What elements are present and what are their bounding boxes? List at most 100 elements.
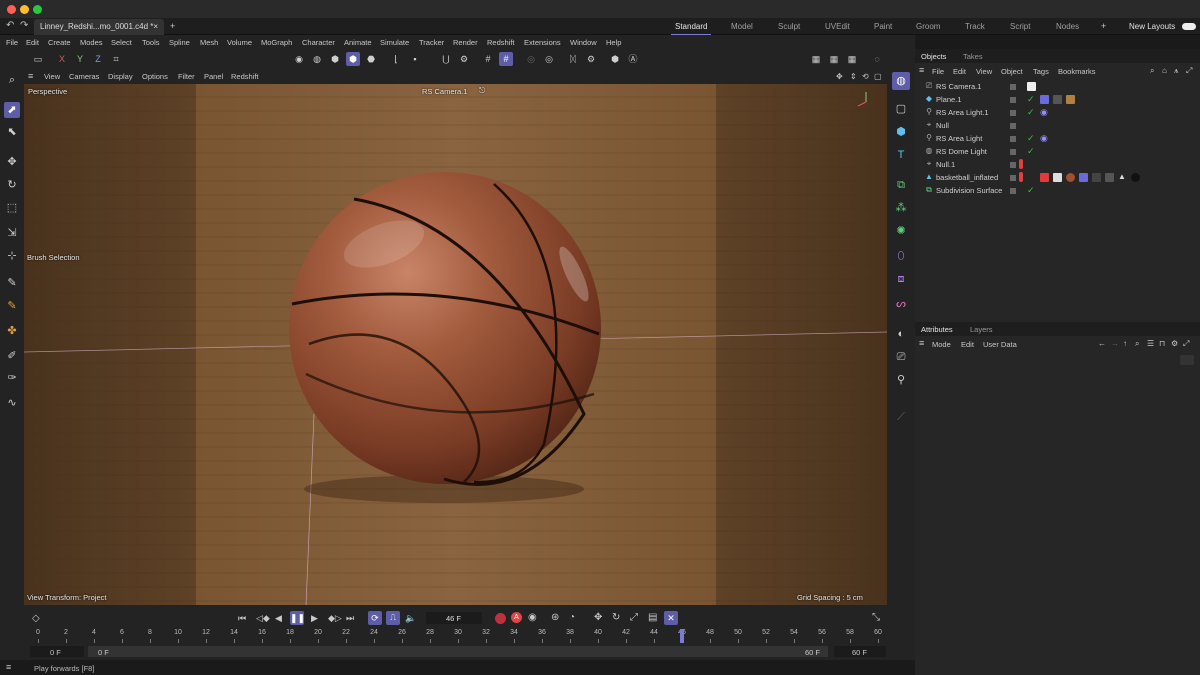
end-frame-field[interactable]: 60 F bbox=[834, 646, 886, 657]
hamburger-icon[interactable]: ≡ bbox=[28, 71, 33, 81]
rotate-icon[interactable]: ↻ bbox=[4, 177, 20, 193]
viewport-pan-icon[interactable]: ✥ bbox=[836, 72, 843, 81]
keyframe-selection-icon[interactable]: ◉ bbox=[528, 612, 537, 623]
visibility-toggle[interactable] bbox=[1010, 110, 1016, 116]
attributes-expand-icon[interactable]: ⤢ bbox=[1183, 339, 1189, 349]
target-tag-icon[interactable]: ◉ bbox=[1040, 107, 1048, 118]
viewport-zoom-icon[interactable]: ⟲ bbox=[862, 72, 869, 81]
symmetry-settings-icon[interactable]: ⚙ bbox=[584, 52, 598, 66]
previous-key-icon[interactable]: ◁◆ bbox=[256, 613, 270, 624]
measure-icon[interactable]: ✑ bbox=[4, 370, 20, 386]
render-view-icon[interactable]: ▦ bbox=[827, 52, 841, 66]
objects-menu-tags[interactable]: Tags bbox=[1033, 67, 1049, 76]
deformer-icon[interactable]: ⬯ bbox=[892, 247, 910, 265]
paint-icon[interactable]: ✎ bbox=[4, 298, 20, 314]
tab-objects[interactable]: Objects bbox=[921, 52, 946, 61]
attributes-lock-icon[interactable]: ⊓ bbox=[1159, 339, 1165, 348]
motion-record-icon[interactable]: ⊛ bbox=[551, 612, 559, 623]
viewport-solo-icon[interactable]: ◎ bbox=[542, 52, 556, 66]
3d-viewport[interactable]: Perspective RS Camera.1 ⎋ Brush Selectio… bbox=[24, 84, 887, 605]
menu-character[interactable]: Character bbox=[302, 38, 335, 47]
snap-settings-icon[interactable]: ⚙ bbox=[457, 52, 471, 66]
polygons-mode-icon[interactable]: ⬢ bbox=[328, 52, 342, 66]
viewport-menu-view[interactable]: View bbox=[44, 72, 60, 81]
solo-icon[interactable]: ◎ bbox=[524, 52, 538, 66]
spline-tool-icon[interactable]: ᔕ bbox=[892, 295, 910, 313]
attributes-filter-icon[interactable]: ☰ bbox=[1147, 339, 1154, 348]
add-layout-icon[interactable]: + bbox=[1101, 21, 1106, 31]
maximize-window-button[interactable] bbox=[33, 5, 42, 14]
sculpt-icon[interactable]: ✤ bbox=[4, 323, 20, 339]
close-window-button[interactable] bbox=[7, 5, 16, 14]
visibility-toggle[interactable] bbox=[1010, 136, 1016, 142]
enabled-check-icon[interactable]: ✓ bbox=[1027, 185, 1035, 196]
axis-y-toggle[interactable]: Y bbox=[73, 52, 87, 66]
objects-search-icon[interactable]: ⌕ bbox=[1150, 66, 1154, 76]
polygon-selection-tag-icon[interactable]: ▲ bbox=[1118, 172, 1126, 181]
add-tab-icon[interactable]: + bbox=[170, 21, 175, 31]
viewport-menu-panel[interactable]: Panel bbox=[204, 72, 223, 81]
go-to-start-icon[interactable]: ⏮ bbox=[238, 613, 246, 624]
menu-tools[interactable]: Tools bbox=[142, 38, 160, 47]
target-tag-icon[interactable] bbox=[1027, 82, 1036, 91]
enabled-check-icon[interactable]: ✓ bbox=[1027, 94, 1035, 105]
brush-icon[interactable]: ⊹ bbox=[4, 248, 20, 264]
up-icon[interactable]: ↑ bbox=[1123, 339, 1127, 348]
spline-icon[interactable]: ∿ bbox=[4, 395, 20, 411]
attributes-menu-edit[interactable]: Edit bbox=[961, 340, 974, 349]
undo-icon[interactable]: ↶ bbox=[6, 20, 14, 31]
sound-icon[interactable]: 🔈 bbox=[405, 613, 416, 624]
objects-menu-object[interactable]: Object bbox=[1001, 67, 1023, 76]
lock-icon[interactable]: ⬢ bbox=[608, 52, 622, 66]
document-tab[interactable]: Linney_Redshi...mo_0001.c4d * × bbox=[34, 19, 164, 35]
close-tab-icon[interactable]: × bbox=[153, 22, 158, 31]
key-pla-icon[interactable]: ✕ bbox=[664, 611, 678, 625]
menu-file[interactable]: File bbox=[6, 38, 18, 47]
axis-x-toggle[interactable]: X bbox=[55, 52, 69, 66]
create-text-icon[interactable]: T bbox=[892, 146, 910, 164]
generator-icon[interactable]: ⧉ bbox=[892, 176, 910, 194]
new-layouts-toggle[interactable] bbox=[1182, 23, 1196, 30]
visibility-toggle[interactable] bbox=[1010, 188, 1016, 194]
list-item[interactable]: ◍ RS Dome Light ✓ bbox=[915, 145, 1200, 158]
menu-spline[interactable]: Spline bbox=[169, 38, 190, 47]
layout-tab-nodes[interactable]: Nodes bbox=[1056, 22, 1079, 31]
visibility-toggle[interactable] bbox=[1010, 97, 1016, 103]
attributes-menu-mode[interactable]: Mode bbox=[932, 340, 951, 349]
menu-modes[interactable]: Modes bbox=[80, 38, 103, 47]
next-frame-icon[interactable]: ▶ bbox=[311, 613, 318, 624]
camera-mode-label[interactable]: Perspective bbox=[28, 87, 67, 96]
material-tag-icon[interactable] bbox=[1131, 173, 1140, 182]
key-param-icon[interactable]: ▤ bbox=[648, 612, 657, 623]
create-null-icon[interactable]: ▢ bbox=[892, 100, 910, 118]
model-mode-icon[interactable]: ⬢ bbox=[346, 52, 360, 66]
render-region-icon[interactable]: ▦ bbox=[809, 52, 823, 66]
visibility-toggle[interactable] bbox=[1010, 84, 1016, 90]
undo-history-icon[interactable]: ▭ bbox=[31, 52, 45, 66]
visibility-toggle[interactable] bbox=[1010, 162, 1016, 168]
minimize-window-button[interactable] bbox=[20, 5, 29, 14]
layout-tab-sculpt[interactable]: Sculpt bbox=[778, 22, 800, 31]
play-pause-button[interactable]: ❚❚ bbox=[290, 611, 305, 625]
menu-volume[interactable]: Volume bbox=[227, 38, 252, 47]
cloner-icon[interactable]: ⁂ bbox=[892, 199, 910, 217]
grid-snap-icon[interactable]: # bbox=[499, 52, 513, 66]
material-tag-icon[interactable] bbox=[1066, 95, 1075, 104]
layout-tab-standard[interactable]: Standard bbox=[670, 22, 713, 36]
active-camera-label[interactable]: RS Camera.1 bbox=[422, 87, 467, 96]
camera-tool-icon[interactable]: ⎚ bbox=[892, 348, 910, 366]
back-icon[interactable]: ← bbox=[1098, 339, 1106, 348]
viewport-move-icon[interactable]: ⇕ bbox=[850, 72, 857, 81]
enabled-check-icon[interactable]: ✓ bbox=[1027, 107, 1035, 118]
scale-icon[interactable]: ⬚ bbox=[4, 200, 20, 216]
forward-icon[interactable]: → bbox=[1111, 339, 1119, 348]
selection-options-icon[interactable]: ⬉ bbox=[4, 124, 20, 140]
redshift-render-icon[interactable]: ◌ bbox=[870, 52, 884, 66]
menu-redshift[interactable]: Redshift bbox=[487, 38, 515, 47]
points-mode-icon[interactable]: ◉ bbox=[292, 52, 306, 66]
start-frame-field[interactable]: 0 F bbox=[30, 646, 84, 657]
previous-frame-icon[interactable]: ◀ bbox=[275, 613, 282, 624]
light-tool-icon[interactable]: ⚲ bbox=[892, 371, 910, 389]
effector-icon[interactable]: ✺ bbox=[892, 222, 910, 240]
attributes-options-button[interactable] bbox=[1180, 355, 1194, 365]
